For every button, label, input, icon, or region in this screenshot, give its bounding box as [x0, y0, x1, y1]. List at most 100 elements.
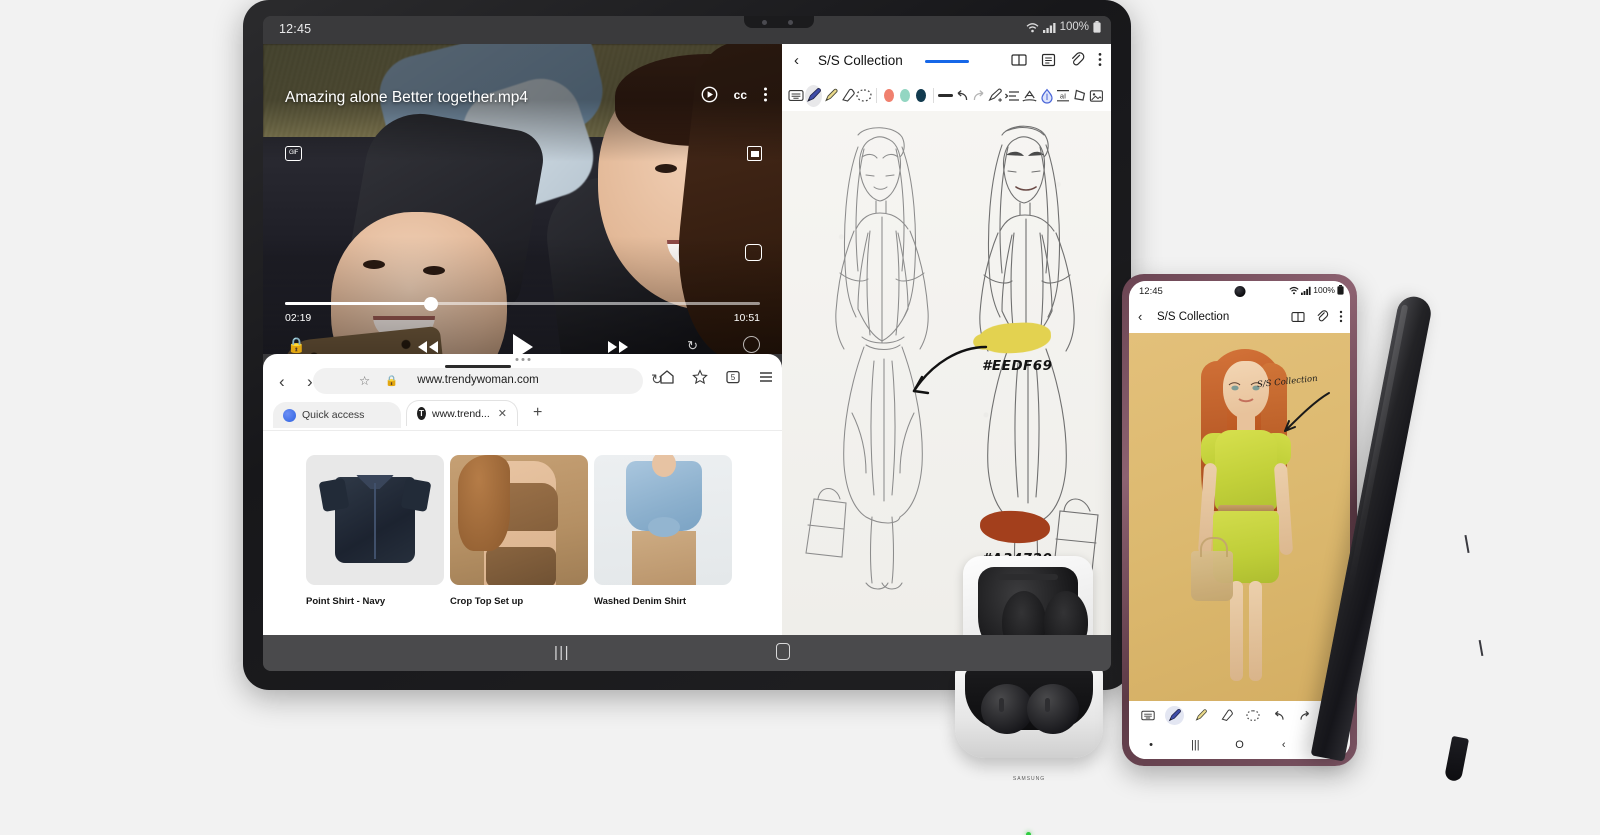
attachment-clip-icon[interactable]: [1070, 52, 1085, 67]
more-vertical-icon[interactable]: [763, 86, 768, 103]
expand-screen-icon[interactable]: [745, 244, 762, 261]
phone-battery-text: 100%: [1313, 285, 1335, 295]
video-progress-fill: [285, 302, 437, 305]
more-vertical-icon[interactable]: [1339, 310, 1343, 323]
redo-tool[interactable]: [1295, 706, 1314, 725]
add-bookmark-icon[interactable]: [692, 369, 708, 385]
product-card[interactable]: Point Shirt - Navy: [306, 455, 444, 607]
attachment-clip-icon[interactable]: [1316, 310, 1329, 323]
phone-status-bar: 12:45 100%: [1129, 281, 1350, 303]
video-duration: 10:51: [733, 312, 760, 324]
annotation-arrow-phone: [1284, 392, 1330, 432]
notes-header-icons: [1011, 52, 1102, 67]
previous-track-icon[interactable]: [415, 338, 441, 354]
trendywoman-favicon: T: [417, 407, 426, 420]
lasso-select-tool[interactable]: [856, 85, 873, 107]
browser-tab-quick-access[interactable]: Quick access: [273, 402, 401, 428]
book-view-icon[interactable]: [1011, 53, 1027, 67]
video-progress-handle[interactable]: [424, 296, 439, 311]
browser-tab-active[interactable]: T www.trend... ✕: [406, 400, 518, 426]
earbud-right: [1027, 684, 1079, 734]
next-track-icon[interactable]: [605, 338, 631, 354]
highlighter-tool[interactable]: [1191, 706, 1210, 725]
convert-handwriting-icon[interactable]: [987, 85, 1004, 107]
keyboard-tool[interactable]: [1139, 706, 1158, 725]
quick-access-icon: [283, 408, 296, 422]
home-icon[interactable]: [659, 369, 675, 385]
recents-icon[interactable]: |||: [554, 644, 570, 661]
shape-tool-icon[interactable]: [1072, 85, 1089, 107]
stroke-thickness-icon[interactable]: [937, 85, 954, 107]
back-arrow-icon[interactable]: ‹: [1138, 309, 1142, 324]
color-swatch-navy[interactable]: [915, 89, 926, 102]
product-card[interactable]: Washed Denim Shirt: [594, 455, 732, 607]
address-bar[interactable]: ☆ 🔒 www.trendywoman.com: [313, 365, 643, 394]
ai-assist-icon[interactable]: [1038, 85, 1055, 107]
url-text[interactable]: www.trendywoman.com: [313, 374, 643, 386]
product-card[interactable]: Crop Top Set up: [450, 455, 588, 607]
phone-notes-header: ‹ S/S Collection: [1129, 303, 1350, 333]
toolbar-divider: [876, 88, 878, 103]
phone-nav-dot[interactable]: •: [1129, 739, 1173, 751]
note-list-icon[interactable]: [1041, 53, 1056, 67]
redo-icon[interactable]: [971, 85, 988, 107]
home-circle-icon[interactable]: [776, 643, 790, 660]
highlighter-tool[interactable]: [822, 85, 839, 107]
earbud-left: [981, 684, 1033, 734]
text-align-icon[interactable]: aI: [1055, 85, 1072, 107]
keyboard-tool[interactable]: [788, 85, 805, 107]
color-swatch-coral[interactable]: [884, 89, 894, 102]
playback-speed-icon[interactable]: [701, 86, 718, 103]
more-vertical-icon[interactable]: [1098, 52, 1102, 67]
undo-tool[interactable]: [1269, 706, 1288, 725]
back-arrow-icon[interactable]: ‹: [794, 52, 799, 69]
svg-text:5: 5: [731, 373, 736, 382]
battery-full-icon: [1337, 285, 1344, 295]
recents-icon[interactable]: |||: [1173, 739, 1217, 751]
browser-tab-label: Quick access: [302, 409, 365, 421]
eraser-tool[interactable]: [1217, 706, 1236, 725]
product-grid: Point Shirt - Navy Crop Top Set up Washe…: [306, 455, 732, 607]
close-tab-icon[interactable]: ✕: [498, 407, 507, 420]
video-progress-bar[interactable]: [285, 296, 760, 311]
popup-view-icon[interactable]: [747, 146, 762, 161]
tablet-system-icons: 100%: [1026, 21, 1101, 33]
product-image: [450, 455, 588, 585]
undo-icon[interactable]: [954, 85, 971, 107]
notes-toolbar: aI: [782, 80, 1111, 111]
gif-capture-badge[interactable]: GIF: [285, 146, 302, 161]
back-icon[interactable]: ‹: [1262, 739, 1306, 751]
buds-tray: [965, 668, 1093, 734]
straighten-text-icon[interactable]: [1004, 85, 1021, 107]
hamburger-menu-icon[interactable]: [758, 369, 774, 385]
cellular-signal-icon: [1301, 286, 1311, 295]
split-view-handle[interactable]: [515, 358, 530, 361]
video-player-pane[interactable]: Amazing alone Better together.mp4 cc GIF…: [263, 44, 782, 354]
pen-tool[interactable]: [1164, 706, 1184, 725]
tab-switcher-icon[interactable]: 5: [725, 369, 741, 385]
phone-notes-canvas[interactable]: S/S Collection: [1129, 333, 1350, 701]
video-top-right-controls: cc: [701, 86, 768, 103]
text-to-handwriting-icon[interactable]: [1021, 85, 1038, 107]
svg-text:aI: aI: [1060, 92, 1066, 101]
eraser-tool[interactable]: [839, 85, 856, 107]
lasso-select-tool[interactable]: [1243, 706, 1262, 725]
tablet-camera-notch: [744, 16, 814, 28]
book-view-icon[interactable]: [1291, 311, 1305, 323]
video-current-time: 02:19: [285, 312, 312, 324]
product-name: Point Shirt - Navy: [306, 596, 386, 607]
buds-brand-text: SAMSUNG: [1012, 776, 1046, 782]
color-swatch-mint[interactable]: [899, 89, 910, 102]
play-icon[interactable]: [512, 334, 533, 354]
rotate-screen-icon[interactable]: ↻: [687, 338, 698, 354]
pen-tool[interactable]: [804, 84, 822, 107]
smart-view-cast-icon[interactable]: [743, 336, 760, 353]
back-arrow-icon[interactable]: ‹: [279, 372, 285, 392]
browser-pane[interactable]: ‹ › ☆ 🔒 www.trendywoman.com ↻ 5 Quick ac…: [263, 354, 782, 635]
cc-captions-icon[interactable]: cc: [734, 88, 747, 102]
forward-arrow-icon[interactable]: ›: [307, 372, 313, 392]
samsung-notes-pane[interactable]: ‹ S/S Collection aI #EEDF69: [782, 44, 1111, 635]
new-tab-plus-icon[interactable]: +: [533, 404, 542, 422]
image-insert-icon[interactable]: [1088, 85, 1105, 107]
home-icon[interactable]: O: [1217, 739, 1261, 751]
